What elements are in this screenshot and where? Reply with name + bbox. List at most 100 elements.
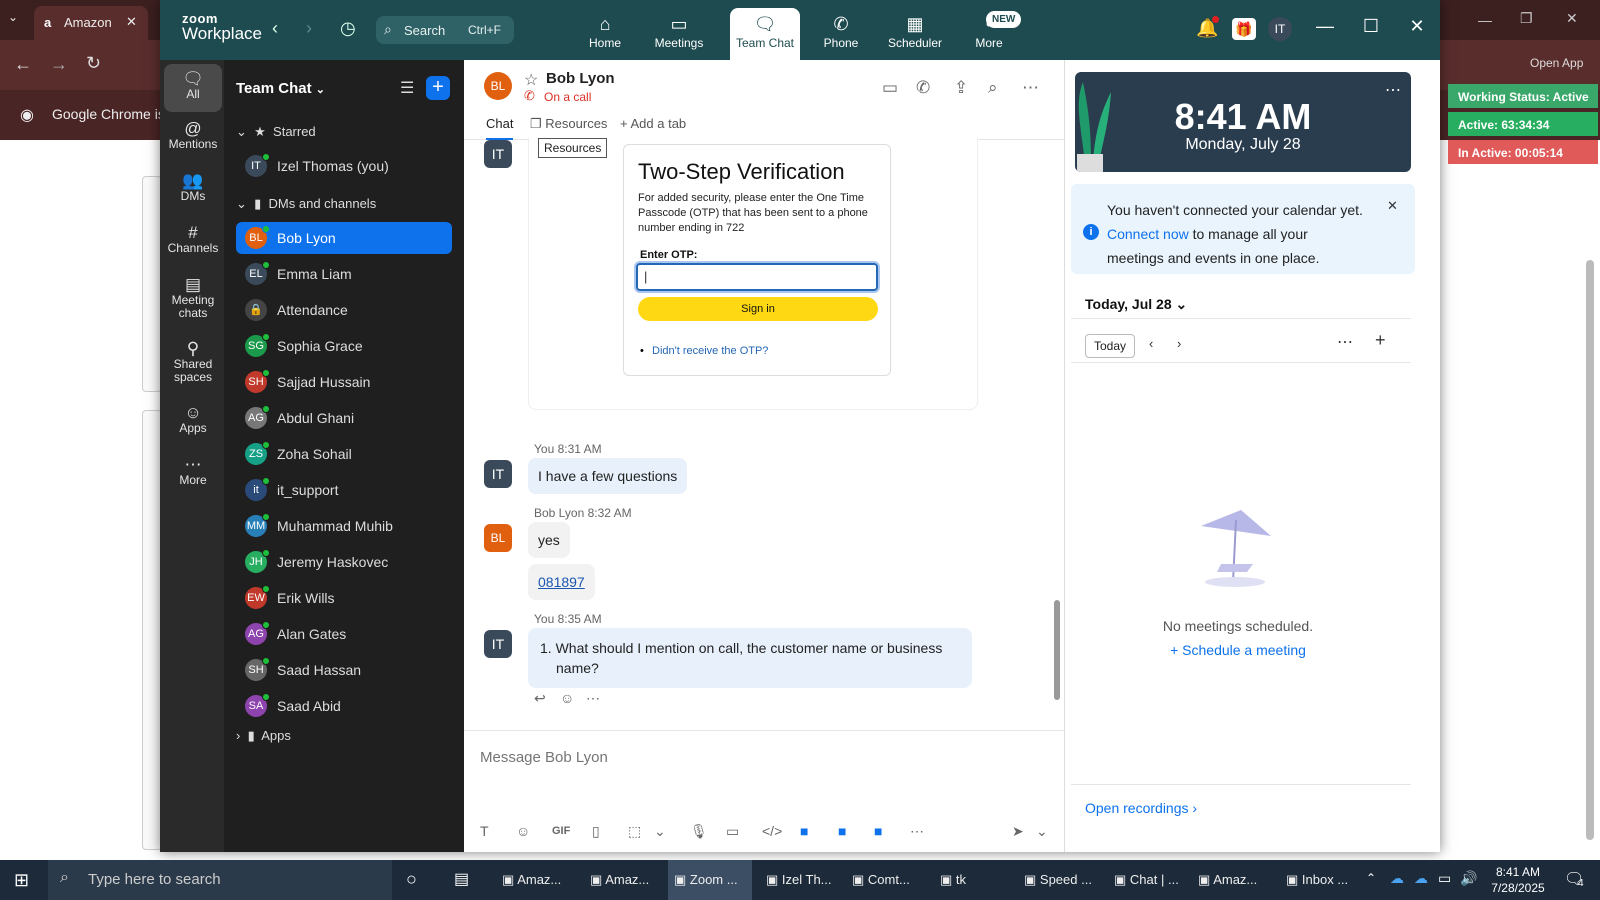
rail-all[interactable]: 🗨 All xyxy=(164,64,222,112)
tab-chat[interactable]: Chat xyxy=(486,116,514,140)
more-icon[interactable]: ⋯ xyxy=(1022,78,1039,98)
back-icon[interactable]: ← xyxy=(14,54,32,75)
message-bubble[interactable]: 1. What should I mention on call, the cu… xyxy=(528,628,972,688)
close-tab-icon[interactable]: ✕ xyxy=(126,14,137,30)
screenshot-icon[interactable]: ⬚ xyxy=(628,823,641,840)
rail-dms[interactable]: 👥 DMs xyxy=(164,172,222,203)
plus-icon[interactable]: + xyxy=(1375,330,1386,351)
open-recordings-link[interactable]: Open recordings › xyxy=(1085,800,1197,816)
tab-list-icon[interactable]: ⌄ xyxy=(8,10,18,24)
taskbar-app[interactable]: ▣ Amaz... xyxy=(584,860,668,900)
taskbar-app[interactable]: ▣ Amaz... xyxy=(1192,860,1276,900)
list-item[interactable]: EL Emma Liam xyxy=(236,258,452,290)
add-tab-button[interactable]: + Add a tab xyxy=(620,116,686,131)
connect-now-link[interactable]: Connect now xyxy=(1107,226,1189,242)
list-item[interactable]: JH Jeremy Haskovec xyxy=(236,546,452,578)
more-icon[interactable]: ⋯ xyxy=(910,823,924,840)
message-input[interactable] xyxy=(480,749,980,766)
section-starred[interactable]: ⌄ ★ Starred xyxy=(236,124,316,140)
more-icon[interactable]: ⋯ xyxy=(586,690,600,707)
forward-icon[interactable]: › xyxy=(306,18,312,39)
search-box[interactable]: ⌕ Search Ctrl+F xyxy=(376,16,514,44)
nav-home[interactable]: ⌂ Home xyxy=(570,8,640,60)
list-item[interactable]: MM Muhammad Muhib xyxy=(236,510,452,542)
rail-meeting-chats[interactable]: ▤ Meeting chats xyxy=(164,276,222,320)
video-message-icon[interactable]: ▭ xyxy=(726,823,739,840)
emoji-react-icon[interactable]: ☺ xyxy=(560,690,574,706)
list-item[interactable]: ZS Zoha Sohail xyxy=(236,438,452,470)
minimize-icon[interactable]: — xyxy=(1478,12,1492,28)
close-icon[interactable]: ✕ xyxy=(1402,16,1432,37)
close-icon[interactable]: ✕ xyxy=(1387,198,1398,214)
rail-mentions[interactable]: @ Mentions xyxy=(164,120,222,151)
nav-team-chat[interactable]: 🗨 Team Chat xyxy=(730,8,800,60)
rail-channels[interactable]: # Channels xyxy=(164,224,222,255)
taskbar-search[interactable]: ⌕ Type here to search xyxy=(48,860,392,900)
video-icon[interactable]: ▭ xyxy=(882,78,898,98)
profile-avatar[interactable]: IT xyxy=(1268,17,1292,41)
list-item[interactable]: AG Abdul Ghani xyxy=(236,402,452,434)
code-icon[interactable]: </> xyxy=(762,823,782,839)
onedrive-icon[interactable]: ☁ xyxy=(1414,870,1428,887)
app-icon[interactable]: ■ xyxy=(874,823,882,839)
more-icon[interactable]: ⋯ xyxy=(1337,332,1353,352)
list-item-izel-thomas[interactable]: IT Izel Thomas (you) xyxy=(236,150,452,182)
chrome-tab[interactable]: a Amazon ✕ xyxy=(34,6,148,40)
new-chat-button[interactable]: + xyxy=(426,76,450,100)
message-bubble[interactable]: I have a few questions xyxy=(528,458,688,494)
taskbar-app[interactable]: ▣ Zoom ... xyxy=(668,860,752,900)
taskbar-app[interactable]: ▣ Chat | ... xyxy=(1108,860,1192,900)
chevron-down-icon[interactable]: ⌄ xyxy=(654,823,666,840)
rail-apps[interactable]: ☺ Apps xyxy=(164,404,222,435)
reload-icon[interactable]: ↻ xyxy=(86,53,101,74)
phone-icon[interactable]: ✆ xyxy=(916,78,930,98)
message-bubble[interactable]: yes xyxy=(528,522,570,558)
text-format-icon[interactable]: T xyxy=(480,823,489,839)
list-item[interactable]: 🔒 Attendance xyxy=(236,294,452,326)
list-item[interactable]: BL Bob Lyon xyxy=(236,222,452,254)
list-item[interactable]: it it_support xyxy=(236,474,452,506)
taskbar-clock[interactable]: 8:41 AM 7/28/2025 xyxy=(1484,864,1552,896)
list-item[interactable]: SA Saad Abid xyxy=(236,690,452,722)
taskbar-app[interactable]: ▣ tk xyxy=(934,860,1018,900)
chat-scrollbar[interactable] xyxy=(1054,600,1060,700)
taskbar-app[interactable]: ▣ Izel Th... xyxy=(760,860,844,900)
network-icon[interactable]: ▭ xyxy=(1438,870,1451,887)
minimize-icon[interactable]: — xyxy=(1310,16,1340,37)
star-icon[interactable]: ☆ xyxy=(524,70,538,90)
taskbar-app[interactable]: ▣ Amaz... xyxy=(496,860,580,900)
section-apps[interactable]: › ▮ Apps xyxy=(236,728,291,744)
cortana-icon[interactable]: ○ xyxy=(406,869,417,890)
nav-scheduler[interactable]: ▦ Scheduler xyxy=(880,8,950,60)
list-item[interactable]: SH Saad Hassan xyxy=(236,654,452,686)
back-icon[interactable]: ‹ xyxy=(272,18,278,39)
task-view-icon[interactable]: ▤ xyxy=(454,869,469,889)
file-icon[interactable]: ▯ xyxy=(592,823,600,840)
page-scrollbar[interactable] xyxy=(1586,260,1594,840)
send-icon[interactable]: ➤ xyxy=(1012,823,1024,840)
share-screen-icon[interactable]: ⇪ xyxy=(954,78,968,98)
close-icon[interactable]: ✕ xyxy=(1566,10,1578,27)
onedrive-icon[interactable]: ☁ xyxy=(1390,870,1404,887)
chevron-right-icon[interactable]: › xyxy=(1177,336,1181,351)
gift-icon[interactable]: 🎁 xyxy=(1232,18,1256,40)
list-item[interactable]: AG Alan Gates xyxy=(236,618,452,650)
chat-title[interactable]: Bob Lyon xyxy=(546,70,615,87)
volume-icon[interactable]: 🔊 xyxy=(1460,870,1477,887)
app-icon[interactable]: ■ xyxy=(838,823,846,839)
chevron-left-icon[interactable]: ‹ xyxy=(1149,336,1153,351)
chevron-down-icon[interactable]: ⌄ xyxy=(1036,823,1048,840)
taskbar-app[interactable]: ▣ Speed ... xyxy=(1018,860,1102,900)
rail-shared-spaces[interactable]: ⚲ Shared spaces xyxy=(164,340,222,384)
app-icon[interactable]: ■ xyxy=(800,823,808,839)
list-item[interactable]: SG Sophia Grace xyxy=(236,330,452,362)
more-icon[interactable]: ⋯ xyxy=(1385,80,1401,100)
forward-icon[interactable]: → xyxy=(50,54,68,75)
message-link[interactable]: 081897 xyxy=(528,564,595,600)
history-icon[interactable]: ◷ xyxy=(340,18,356,39)
list-item[interactable]: SH Sajjad Hussain xyxy=(236,366,452,398)
nav-phone[interactable]: ✆ Phone xyxy=(806,8,876,60)
maximize-icon[interactable]: ☐ xyxy=(1356,16,1386,37)
reply-icon[interactable]: ↩ xyxy=(534,690,546,707)
schedule-meeting-link[interactable]: + Schedule a meeting xyxy=(1065,642,1411,658)
